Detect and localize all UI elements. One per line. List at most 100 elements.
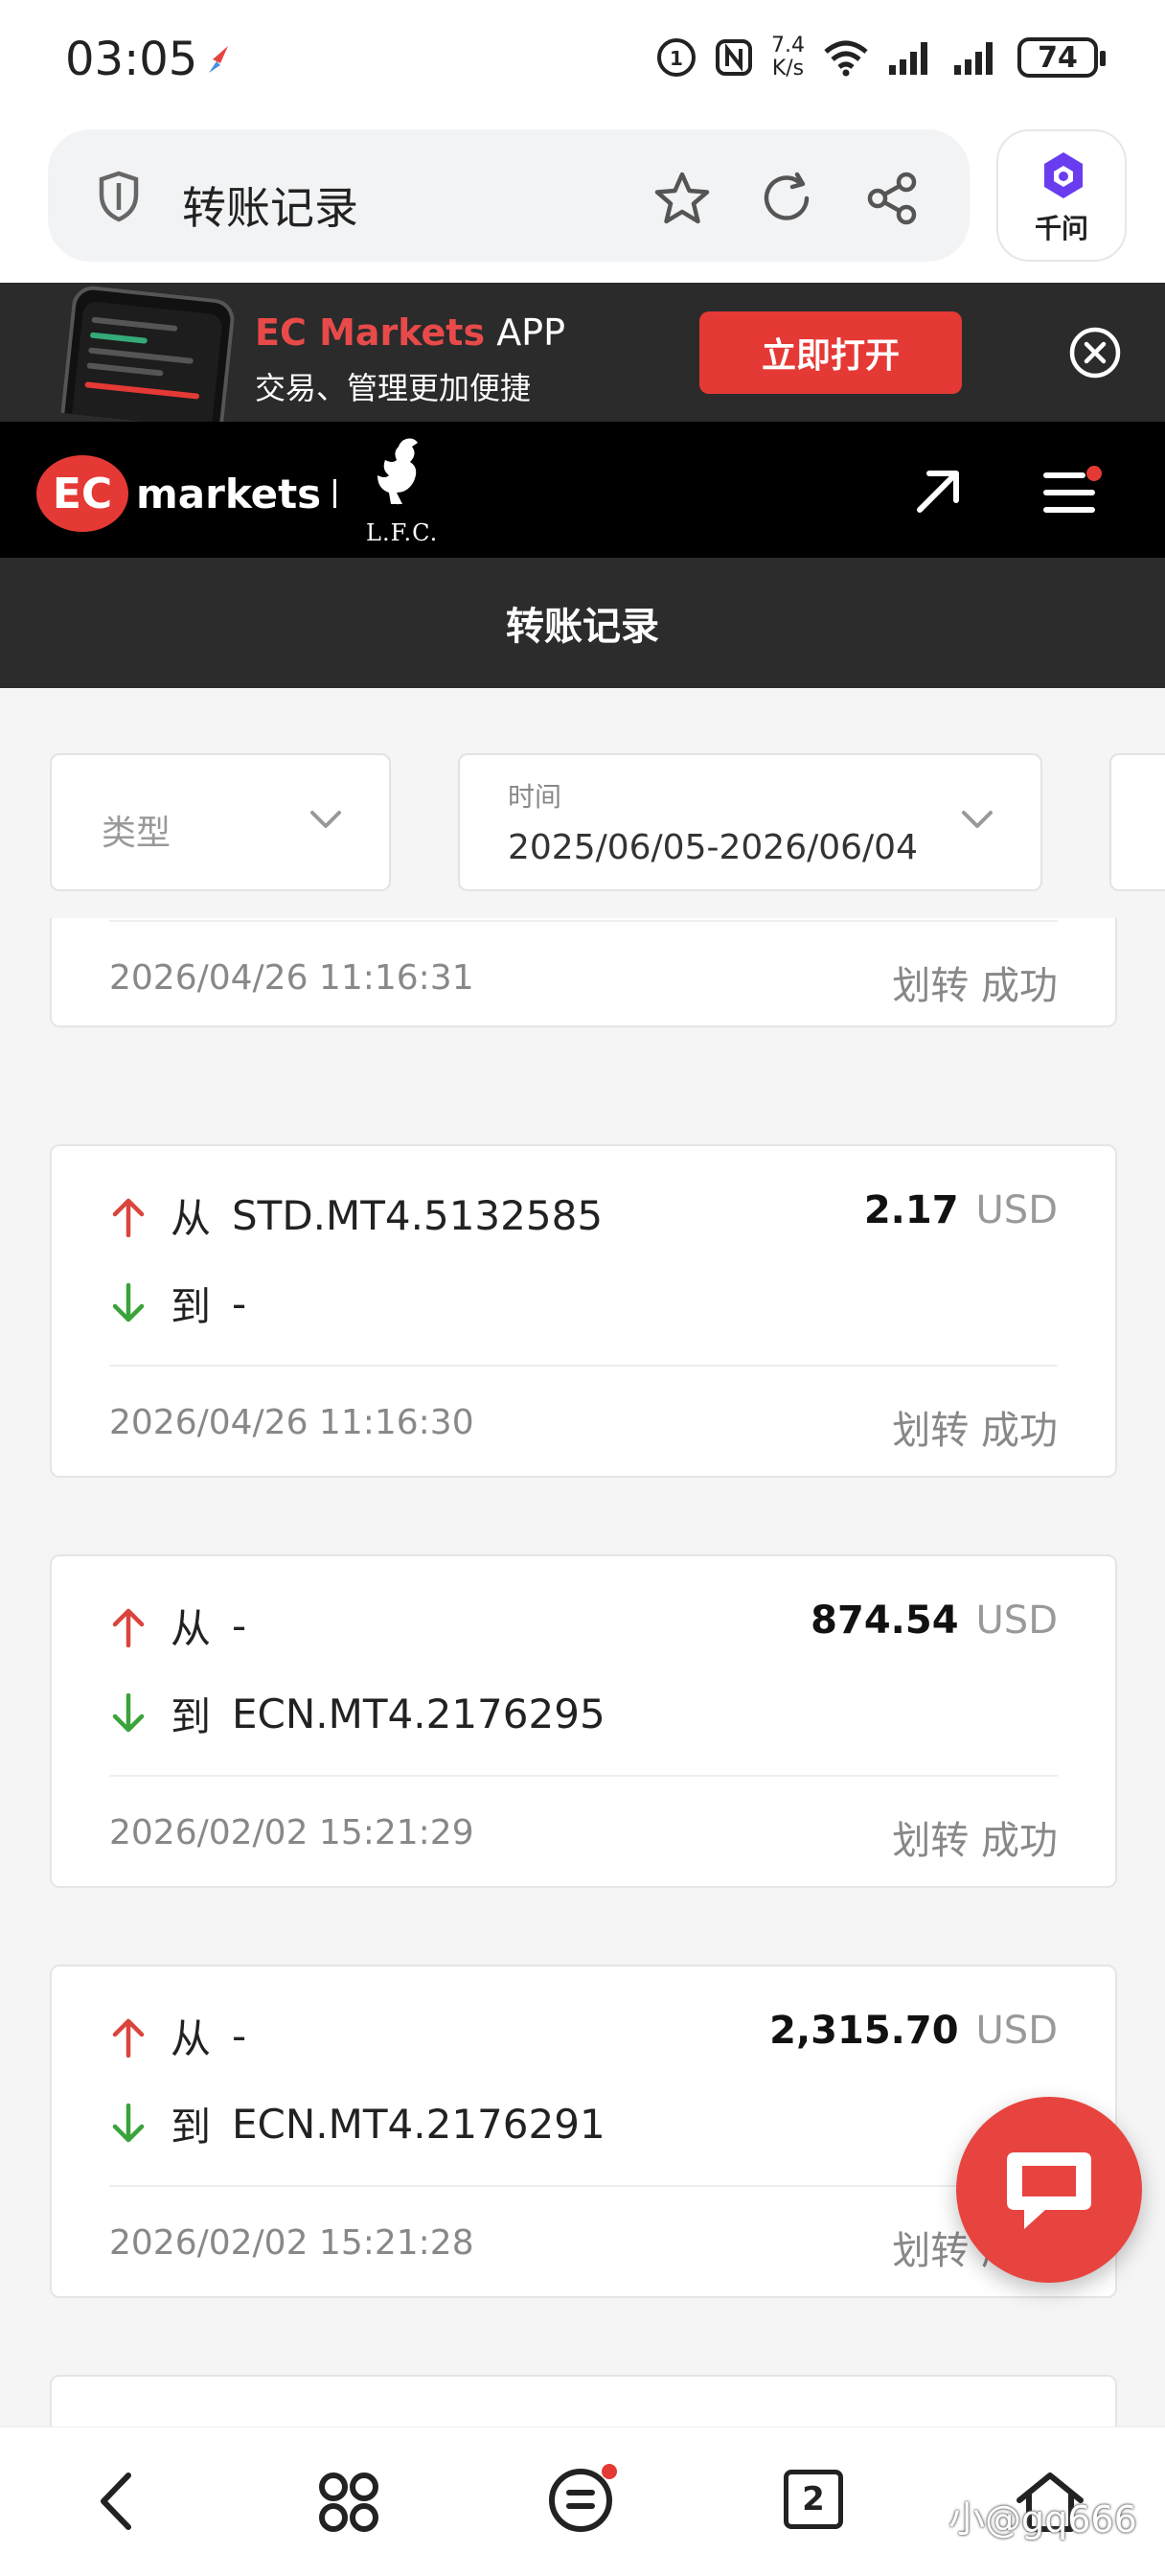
- to-account: -: [232, 1280, 247, 1327]
- page-title: 转账记录: [506, 605, 659, 649]
- arrow-down-icon: [112, 1282, 145, 1322]
- menu-circle-icon[interactable]: [546, 2462, 623, 2535]
- from-label: 从: [171, 1605, 212, 1652]
- arrow-up-icon: [112, 1198, 145, 1237]
- transfer-record-card[interactable]: 从 - 874.54 USD 到 ECN.MT4.2176295 2026/02/…: [50, 1554, 1117, 1888]
- more-filter-select[interactable]: [1109, 753, 1165, 891]
- record-amount: 2.17 USD: [864, 1188, 1058, 1232]
- amount-value: 2.17: [863, 1188, 959, 1232]
- nfc-icon: [716, 39, 752, 76]
- shield-icon[interactable]: [96, 170, 142, 223]
- transfer-record-card[interactable]: 从 STD.MT4.5132585 2.17 USD 到 - 2026/04/26…: [50, 1144, 1117, 1478]
- logo-text: markets: [136, 471, 321, 518]
- amount-value: 874.54: [811, 1598, 959, 1643]
- amount-currency: USD: [975, 1188, 1058, 1232]
- qianwen-label: 千问: [1034, 213, 1088, 244]
- logo-mark: EC: [53, 470, 112, 518]
- card-divider: [109, 1775, 1058, 1777]
- to-label: 到: [171, 1693, 212, 1740]
- lfc-text: L.F.C.: [366, 519, 439, 546]
- record-time: 2026/02/02 15:21:29: [109, 1813, 474, 1852]
- arrow-down-icon: [112, 2103, 145, 2142]
- record-status: 划转 成功: [892, 1409, 1058, 1453]
- record-amount: 874.54 USD: [811, 1598, 1058, 1643]
- signal-icon-2: [954, 42, 993, 75]
- arrow-down-icon: [112, 1692, 145, 1732]
- record-from-row: 从 STD.MT4.5132585: [109, 1186, 603, 1245]
- promo-brand: EC Markets: [255, 311, 486, 354]
- qianwen-assistant-button[interactable]: 千问: [996, 129, 1127, 262]
- hd-call-icon: 1: [657, 38, 696, 77]
- from-account: -: [232, 1602, 247, 1649]
- tab-switcher-button[interactable]: 2: [784, 2470, 843, 2529]
- record-time: 2026/04/26 11:16:30: [109, 1403, 474, 1442]
- battery-indicator: 74: [1017, 37, 1106, 78]
- record-to-row: 到 -: [109, 1275, 246, 1333]
- record-from-row: 从 -: [109, 1597, 246, 1655]
- address-bar[interactable]: 转账记录: [48, 129, 970, 262]
- transfer-record-card[interactable]: 从 - 2,315.70 USD 到 ECN.MT4.2176291 2026/0…: [50, 1965, 1117, 2298]
- promo-title: EC Markets APP: [255, 311, 565, 354]
- arrow-up-icon: [112, 1608, 145, 1647]
- record-time: 2026/02/02 15:21:28: [109, 2223, 474, 2263]
- wifi-icon: [824, 40, 868, 77]
- star-icon[interactable]: [653, 171, 711, 226]
- page-url-title[interactable]: 转账记录: [182, 173, 358, 237]
- net-speed: 7.4 K/s: [771, 34, 805, 80]
- time-filter-select[interactable]: 时间 2025/06/05-2026/06/04: [458, 753, 1042, 891]
- record-time: 2026/04/26 11:16:31: [109, 958, 474, 998]
- app-promo-banner: EC Markets APP 交易、管理更加便捷 立即打开: [0, 283, 1165, 430]
- card-divider: [109, 1365, 1058, 1367]
- header-divider: [333, 479, 336, 508]
- share-icon[interactable]: [864, 171, 922, 226]
- to-label: 到: [171, 2104, 212, 2150]
- type-filter-placeholder: 类型: [102, 814, 171, 853]
- from-account: STD.MT4.5132585: [232, 1192, 604, 1239]
- record-amount: 2,315.70 USD: [769, 2009, 1058, 2053]
- liverbird-crest-icon: [377, 438, 418, 505]
- menu-icon[interactable]: [1040, 466, 1104, 519]
- refresh-icon[interactable]: [759, 171, 816, 226]
- watermark-text: 小@gq666: [948, 2498, 1137, 2541]
- svg-text:1: 1: [670, 47, 683, 70]
- browser-toolbar: 转账记录 千问: [0, 120, 1165, 283]
- from-label: 从: [171, 1195, 212, 1242]
- live-chat-button[interactable]: [956, 2097, 1142, 2283]
- promo-suffix: APP: [496, 311, 566, 354]
- qianwen-logo-icon: [1044, 152, 1083, 198]
- compass-icon: [209, 46, 228, 73]
- ec-markets-logo[interactable]: EC markets: [36, 450, 324, 537]
- record-to-row: 到 ECN.MT4.2176295: [109, 1685, 605, 1743]
- status-icons: 1 7.4 K/s 74: [656, 29, 1106, 86]
- net-speed-unit: K/s: [771, 57, 805, 80]
- page-title-bar: 转账记录: [0, 558, 1165, 688]
- promo-subtitle: 交易、管理更加便捷: [255, 370, 532, 406]
- arrow-up-icon: [112, 2018, 145, 2058]
- chat-icon: [1007, 2152, 1091, 2229]
- transfer-record-card[interactable]: 2026/04/26 11:16:31 划转 成功: [50, 918, 1117, 1027]
- back-icon[interactable]: [92, 2470, 140, 2533]
- card-divider: [109, 2185, 1058, 2187]
- site-header: EC markets L.F.C.: [0, 422, 1165, 558]
- to-account: ECN.MT4.2176291: [232, 2101, 605, 2148]
- record-status: 划转 成功: [892, 964, 1058, 1008]
- to-account: ECN.MT4.2176295: [232, 1690, 605, 1737]
- record-status: 划转 成功: [892, 1819, 1058, 1863]
- type-filter-select[interactable]: 类型: [50, 753, 391, 891]
- open-app-button[interactable]: 立即打开: [699, 311, 962, 394]
- arrow-up-right-icon[interactable]: [910, 462, 968, 519]
- phone-mockup-image: [60, 284, 237, 430]
- from-label: 从: [171, 2015, 212, 2062]
- record-from-row: 从 -: [109, 2007, 246, 2065]
- chevron-down-icon: [310, 811, 341, 828]
- to-label: 到: [171, 1283, 212, 1330]
- close-icon[interactable]: [1068, 326, 1122, 380]
- apps-icon[interactable]: [316, 2470, 381, 2535]
- amount-currency: USD: [975, 2009, 1058, 2053]
- signal-icon: [889, 42, 927, 75]
- time-filter-label: 时间: [508, 781, 562, 813]
- chevron-down-icon: [962, 811, 993, 828]
- net-speed-value: 7.4: [771, 34, 805, 58]
- status-bar: 03:05 1 7.4 K/s 74: [0, 0, 1165, 120]
- transfer-record-card[interactable]: [50, 2375, 1117, 2426]
